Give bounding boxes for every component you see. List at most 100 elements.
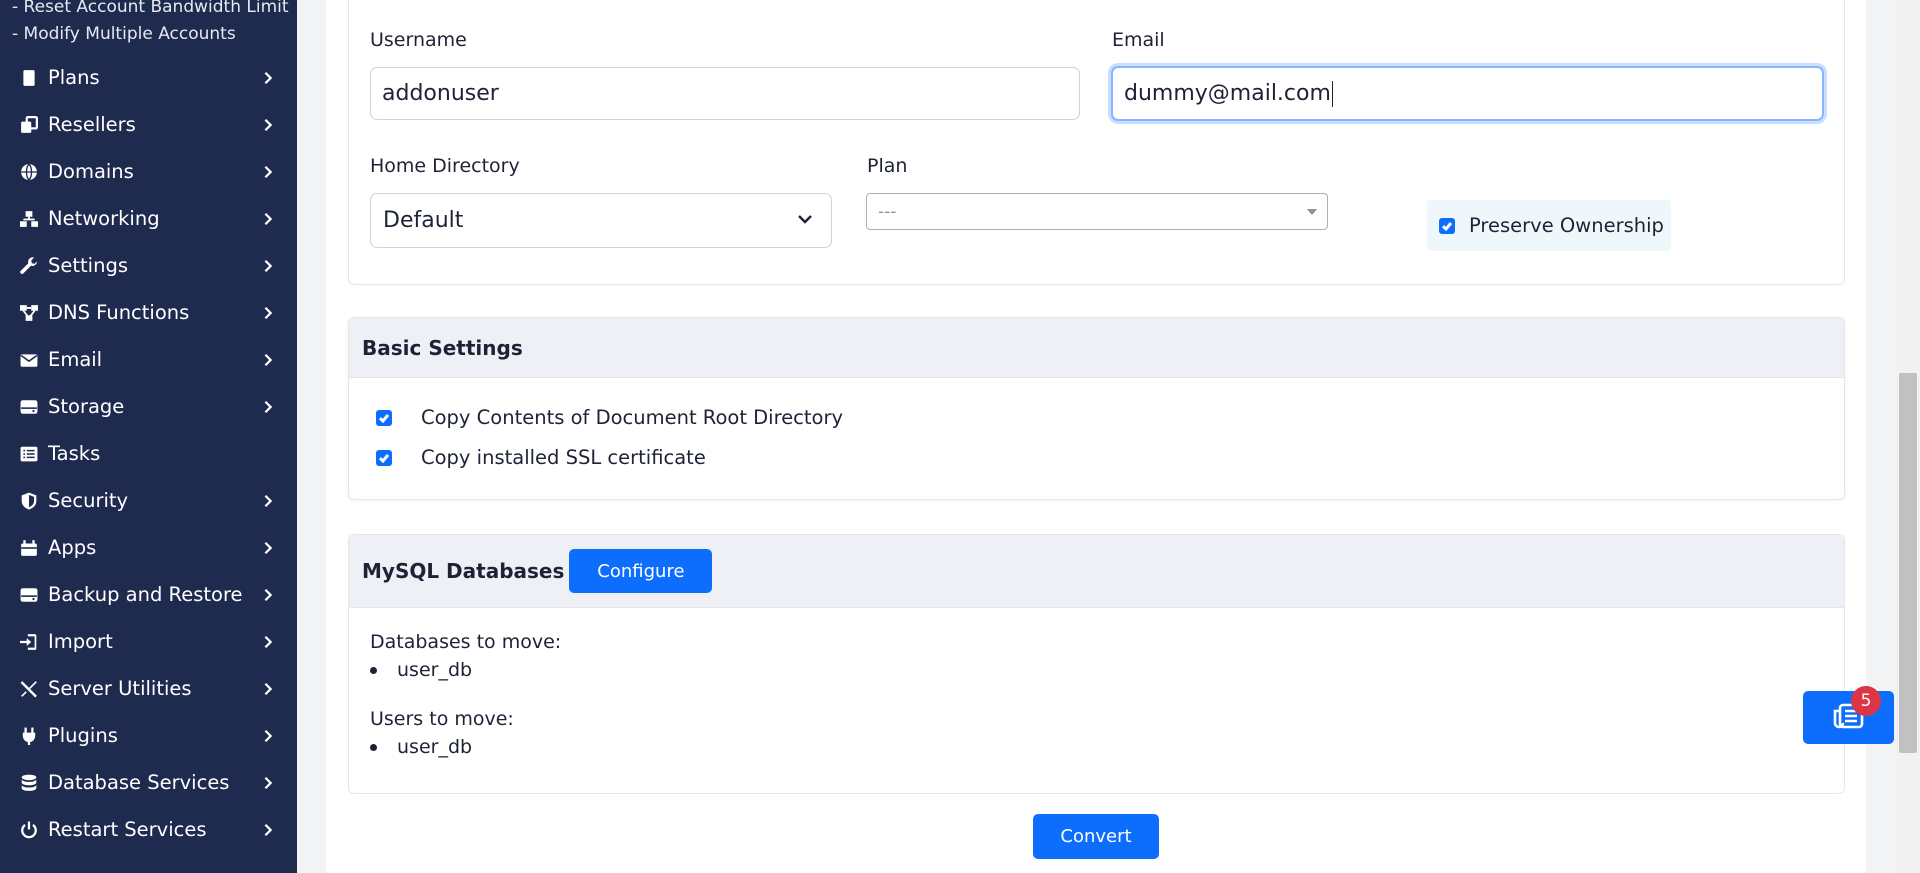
copy-docroot-checkbox[interactable] — [376, 409, 392, 426]
sidebar-item-label: Backup and Restore — [48, 583, 243, 606]
preserve-ownership-label: Preserve Ownership — [1469, 214, 1664, 237]
sidebar-item-tasks[interactable]: Tasks — [0, 430, 297, 477]
sidebar-item-settings[interactable]: Settings — [0, 242, 297, 289]
sidebar: - Reset Account Bandwidth Limit - Modify… — [0, 0, 297, 873]
users-to-move-label: Users to move: — [370, 708, 514, 730]
copy-ssl-checkbox[interactable] — [376, 449, 392, 466]
sidebar-item-plugins[interactable]: Plugins — [0, 712, 297, 759]
mysql-move-summary: Databases to move: user_db Users to move… — [370, 631, 561, 758]
mysql-title: MySQL Databases — [362, 559, 565, 583]
chevron-right-icon — [261, 541, 275, 555]
sidebar-item-label: Networking — [48, 207, 160, 230]
list-item: user_db — [370, 736, 561, 758]
users-list: user_db — [370, 736, 561, 758]
sidebar-item-label: Import — [48, 630, 113, 653]
resellers-icon — [20, 115, 38, 134]
databases-to-move-label: Databases to move: — [370, 631, 562, 653]
database-icon — [20, 774, 38, 792]
chevron-right-icon — [261, 729, 275, 743]
email-label: Email — [1112, 29, 1165, 51]
plan-value: --- — [878, 201, 897, 222]
chevron-right-icon — [261, 588, 275, 602]
sidebar-item-email[interactable]: Email — [0, 336, 297, 383]
home-directory-value: Default — [383, 208, 464, 233]
convert-button[interactable]: Convert — [1033, 814, 1159, 859]
envelope-icon — [20, 351, 38, 369]
copy-ssl-option[interactable]: Copy installed SSL certificate — [376, 446, 706, 469]
sidebar-item-dns-functions[interactable]: DNS Functions — [0, 289, 297, 336]
chevron-right-icon — [261, 306, 275, 320]
sidebar-item-label: Settings — [48, 254, 128, 277]
sidebar-subitem-reset-bandwidth[interactable]: - Reset Account Bandwidth Limit — [0, 0, 297, 14]
dns-icon — [20, 304, 38, 322]
username-label: Username — [370, 29, 467, 51]
sidebar-item-label: Plans — [48, 66, 100, 89]
shield-icon — [20, 492, 38, 510]
chevron-right-icon — [261, 212, 275, 226]
sidebar-item-backup-restore[interactable]: Backup and Restore — [0, 571, 297, 618]
sidebar-item-security[interactable]: Security — [0, 477, 297, 524]
configure-button[interactable]: Configure — [569, 549, 713, 593]
list-item: user_db — [370, 659, 561, 681]
wrench-icon — [20, 256, 38, 275]
home-directory-select[interactable]: Default — [370, 193, 832, 248]
tools-icon — [20, 680, 38, 698]
globe-icon — [20, 163, 38, 181]
sidebar-item-plans[interactable]: Plans — [0, 54, 297, 101]
main-content: Username addonuser Email dummy@mail.com … — [326, 0, 1866, 873]
email-input[interactable]: dummy@mail.com — [1111, 66, 1824, 121]
sidebar-item-label: Server Utilities — [48, 677, 192, 700]
chevron-right-icon — [261, 71, 275, 85]
plug-icon — [20, 727, 38, 745]
sidebar-item-import[interactable]: Import — [0, 618, 297, 665]
chevron-right-icon — [261, 400, 275, 414]
mysql-header: MySQL Databases Configure — [349, 535, 1844, 608]
preserve-ownership-option[interactable]: Preserve Ownership — [1427, 200, 1671, 251]
copy-ssl-label: Copy installed SSL certificate — [421, 446, 706, 469]
network-icon — [20, 210, 38, 228]
scrollbar-thumb[interactable] — [1899, 373, 1917, 753]
sidebar-item-label: Email — [48, 348, 103, 371]
sidebar-item-label: Restart Services — [48, 818, 207, 841]
sidebar-item-restart-services[interactable]: Restart Services — [0, 806, 297, 853]
page-scrollbar[interactable] — [1896, 0, 1920, 873]
home-directory-label: Home Directory — [370, 155, 520, 177]
chevron-right-icon — [261, 118, 275, 132]
chevron-right-icon — [261, 776, 275, 790]
sidebar-item-domains[interactable]: Domains — [0, 148, 297, 195]
bullet-icon — [370, 743, 377, 751]
sidebar-item-label: Database Services — [48, 771, 230, 794]
dropdown-arrow-icon — [1307, 208, 1317, 215]
database-name: user_db — [397, 659, 473, 681]
copy-docroot-label: Copy Contents of Document Root Directory — [421, 406, 844, 429]
username-input[interactable]: addonuser — [370, 67, 1080, 120]
sidebar-item-label: DNS Functions — [48, 301, 190, 324]
username-value: addonuser — [382, 81, 499, 106]
copy-docroot-option[interactable]: Copy Contents of Document Root Directory — [376, 406, 843, 429]
preserve-ownership-checkbox[interactable] — [1439, 217, 1455, 234]
chevron-right-icon — [261, 165, 275, 179]
apps-icon — [20, 539, 38, 557]
plan-label: Plan — [867, 155, 908, 177]
user-name: user_db — [397, 736, 473, 758]
sidebar-item-database-services[interactable]: Database Services — [0, 759, 297, 806]
sidebar-item-networking[interactable]: Networking — [0, 195, 297, 242]
sidebar-item-server-utilities[interactable]: Server Utilities — [0, 665, 297, 712]
list-icon — [20, 445, 38, 463]
chevron-right-icon — [261, 353, 275, 367]
chevron-down-icon — [797, 208, 813, 233]
power-icon — [20, 821, 38, 839]
sidebar-subitem-modify-multiple[interactable]: - Modify Multiple Accounts — [0, 14, 297, 54]
chevron-right-icon — [261, 823, 275, 837]
chevron-right-icon — [261, 494, 275, 508]
sidebar-item-apps[interactable]: Apps — [0, 524, 297, 571]
sidebar-item-storage[interactable]: Storage — [0, 383, 297, 430]
basic-settings-card: Basic Settings Copy Contents of Document… — [348, 317, 1845, 500]
sidebar-item-resellers[interactable]: Resellers — [0, 101, 297, 148]
email-value: dummy@mail.com — [1124, 81, 1331, 106]
databases-list: user_db — [370, 659, 561, 681]
backup-icon — [20, 586, 38, 604]
bullet-icon — [370, 666, 377, 674]
basic-settings-header: Basic Settings — [349, 318, 1844, 378]
plan-select[interactable]: --- — [866, 193, 1328, 230]
